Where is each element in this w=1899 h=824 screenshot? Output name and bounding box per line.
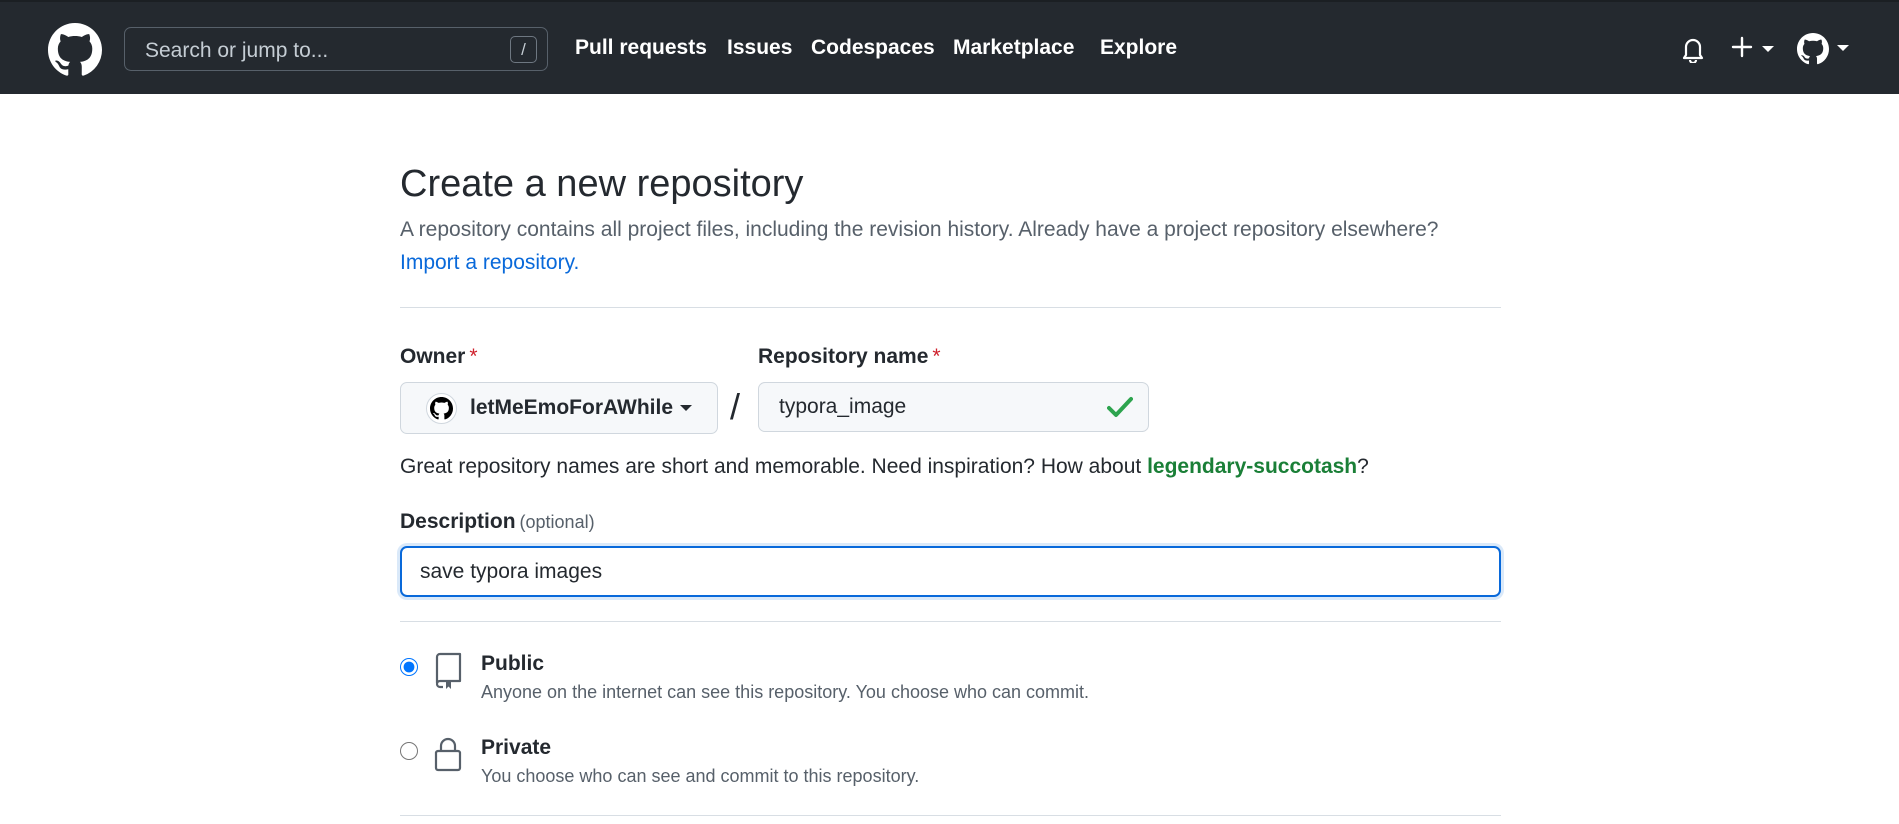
public-radio[interactable] [400, 658, 418, 676]
divider [400, 621, 1501, 622]
private-radio[interactable] [400, 742, 418, 760]
owner-repo-separator: / [730, 386, 741, 427]
lock-icon [434, 737, 462, 772]
chevron-down-icon [1762, 46, 1774, 52]
global-header: Search or jump to... / Pull requests Iss… [0, 0, 1899, 94]
name-suggestion-link[interactable]: legendary-succotash [1147, 455, 1357, 478]
avatar [1797, 33, 1829, 65]
search-shortcut-badge: / [510, 36, 537, 63]
bell-icon[interactable] [1681, 35, 1705, 63]
chevron-down-icon [1837, 45, 1849, 51]
user-menu-button[interactable] [1797, 32, 1853, 66]
required-mark: * [469, 345, 478, 368]
page-description: A repository contains all project files,… [400, 218, 1439, 241]
check-icon [1107, 397, 1133, 417]
import-repository-link[interactable]: Import a repository. [400, 251, 579, 275]
nav-issues[interactable]: Issues [727, 36, 792, 60]
required-mark: * [932, 345, 941, 368]
divider [400, 307, 1501, 308]
owner-dropdown[interactable]: letMeEmoForAWhile [400, 382, 718, 434]
optional-note: (optional) [519, 512, 595, 532]
owner-name: letMeEmoForAWhile [470, 396, 674, 419]
nav-pull-requests[interactable]: Pull requests [575, 36, 707, 60]
page-title: Create a new repository [400, 163, 804, 205]
search-placeholder: Search or jump to... [145, 39, 329, 62]
private-title: Private [481, 736, 552, 759]
plus-icon [1731, 36, 1753, 58]
public-title: Public [481, 652, 545, 675]
public-description: Anyone on the internet can see this repo… [481, 682, 1090, 702]
description-input[interactable] [400, 546, 1501, 597]
nav-explore[interactable]: Explore [1100, 36, 1177, 60]
owner-label: Owner * [400, 345, 478, 368]
nav-codespaces[interactable]: Codespaces [811, 36, 935, 60]
private-description: You choose who can see and commit to thi… [481, 766, 920, 786]
nav-marketplace[interactable]: Marketplace [953, 36, 1074, 60]
description-label: Description (optional) [400, 510, 595, 533]
create-new-button[interactable] [1731, 34, 1779, 64]
owner-avatar [426, 393, 457, 424]
repo-icon [435, 652, 462, 689]
chevron-down-icon [680, 405, 692, 411]
github-logo-icon[interactable] [48, 23, 102, 77]
repository-name-label: Repository name * [758, 345, 941, 368]
repository-name-hint: Great repository names are short and mem… [400, 455, 1369, 478]
divider [400, 815, 1501, 816]
repository-name-input[interactable] [758, 382, 1149, 432]
octocat-icon [430, 397, 453, 420]
global-search-input[interactable]: Search or jump to... / [124, 27, 548, 71]
